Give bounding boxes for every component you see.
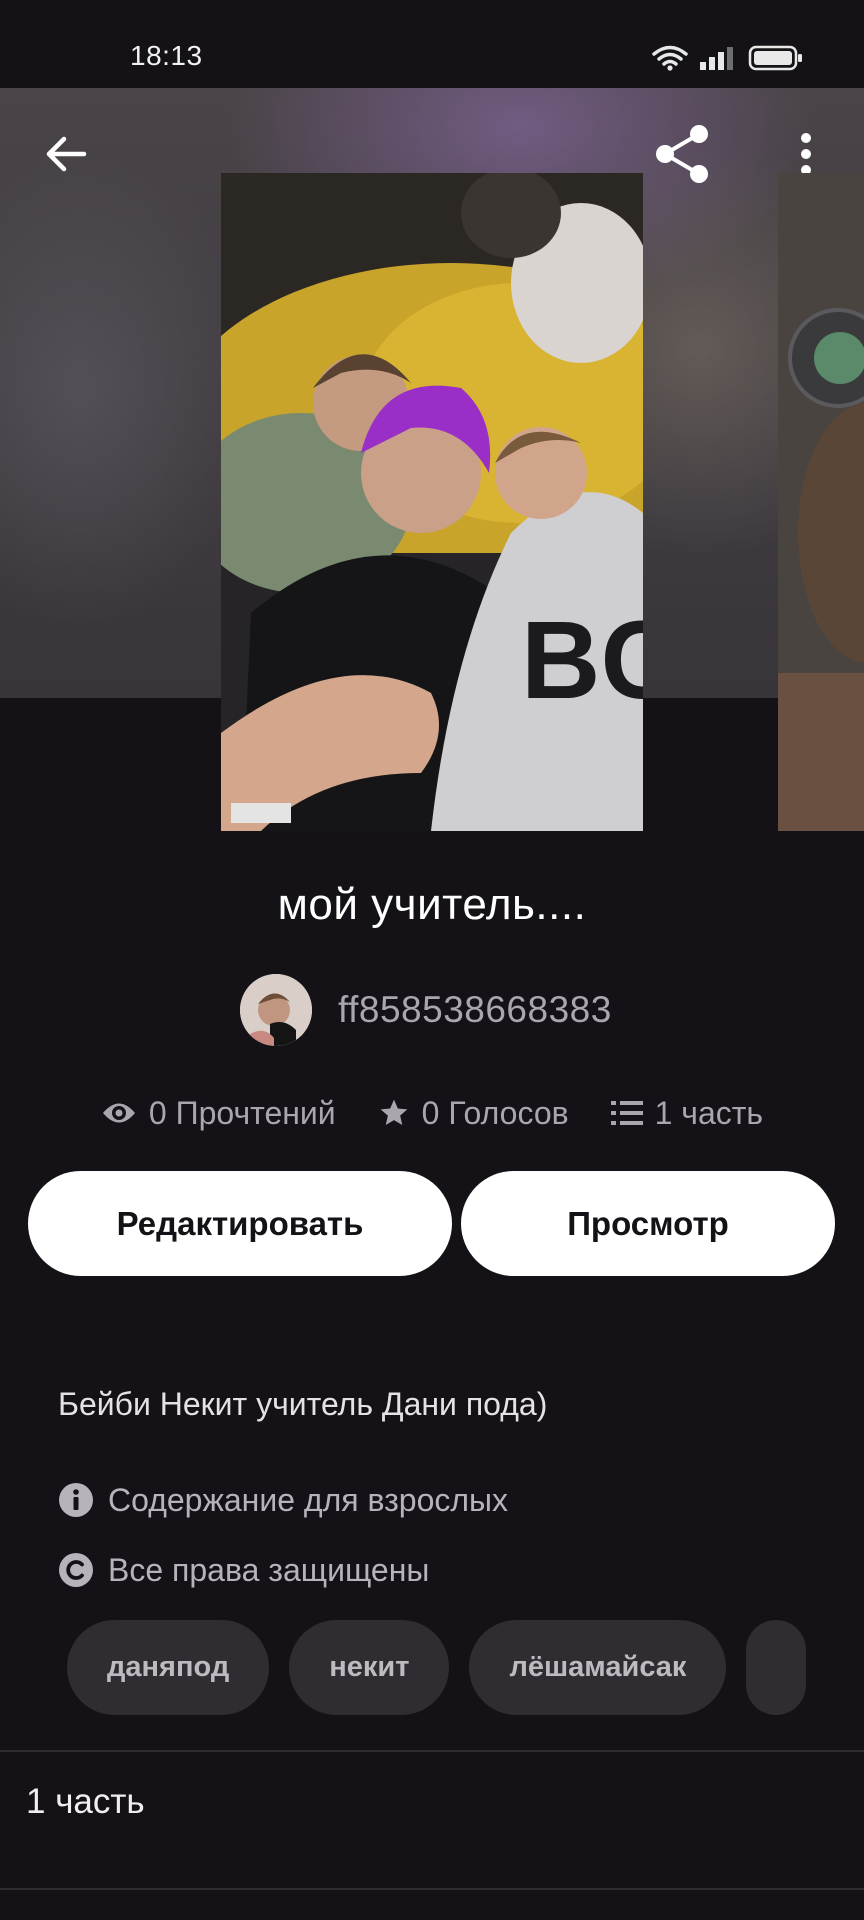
copyright-row: Все права защищены <box>58 1550 429 1590</box>
mature-content-label: Содержание для взрослых <box>108 1481 509 1518</box>
author-avatar[interactable] <box>240 974 312 1046</box>
edit-button[interactable]: Редактировать <box>28 1171 452 1276</box>
story-details-screen: 18:13 BC мой учитель.... ff858538668383 … <box>0 0 864 1920</box>
status-bar: 18:13 <box>0 0 864 88</box>
tag-chip[interactable]: даняпод <box>67 1620 270 1715</box>
parts-stat: 1 часть <box>610 1094 764 1132</box>
list-icon <box>610 1101 643 1125</box>
tag-chip[interactable]: лёшамайсак <box>469 1620 727 1715</box>
parts-count: 1 часть <box>654 1094 764 1131</box>
share-icon <box>656 125 708 183</box>
svg-text:BC: BC <box>521 599 643 722</box>
info-icon <box>59 1483 93 1517</box>
votes-count: 0 Голосов <box>421 1094 569 1131</box>
status-icons <box>652 44 804 72</box>
story-description: Бейби Некит учитель Дани пода) <box>58 1386 548 1422</box>
arrow-left-icon <box>46 136 87 172</box>
divider <box>0 1750 864 1752</box>
mature-content-row: Содержание для взрослых <box>58 1480 508 1520</box>
view-button[interactable]: Просмотр <box>461 1171 835 1276</box>
wifi-icon <box>652 45 688 71</box>
story-cover-image[interactable]: BC <box>221 173 643 831</box>
copyright-label: Все права защищены <box>108 1551 430 1588</box>
status-time: 18:13 <box>130 40 203 71</box>
next-story-cover[interactable] <box>778 173 864 831</box>
tags-list: даняпод некит лёшамайсак <box>67 1620 827 1715</box>
back-button[interactable] <box>34 122 98 186</box>
story-stats: 0 Прочтений 0 Голосов 1 часть <box>0 1090 864 1136</box>
star-icon <box>380 1099 407 1125</box>
author-username[interactable]: ff858538668383 <box>338 989 612 1031</box>
reads-count: 0 Прочтений <box>148 1094 336 1131</box>
divider <box>0 1888 864 1890</box>
reads-stat: 0 Прочтений <box>101 1095 336 1132</box>
battery-icon <box>748 45 802 71</box>
author-row[interactable]: ff858538668383 <box>240 974 612 1046</box>
share-button[interactable] <box>646 118 718 190</box>
tag-chip[interactable]: некит <box>289 1620 450 1715</box>
parts-section-title[interactable]: 1 часть <box>26 1782 145 1822</box>
votes-stat: 0 Голосов <box>378 1095 569 1132</box>
more-vertical-icon <box>801 133 811 175</box>
story-title: мой учитель.... <box>277 880 587 929</box>
eye-icon <box>102 1103 135 1123</box>
copyright-icon <box>59 1553 93 1587</box>
signal-icon <box>700 47 733 70</box>
tag-chip-overflow[interactable] <box>746 1620 807 1715</box>
